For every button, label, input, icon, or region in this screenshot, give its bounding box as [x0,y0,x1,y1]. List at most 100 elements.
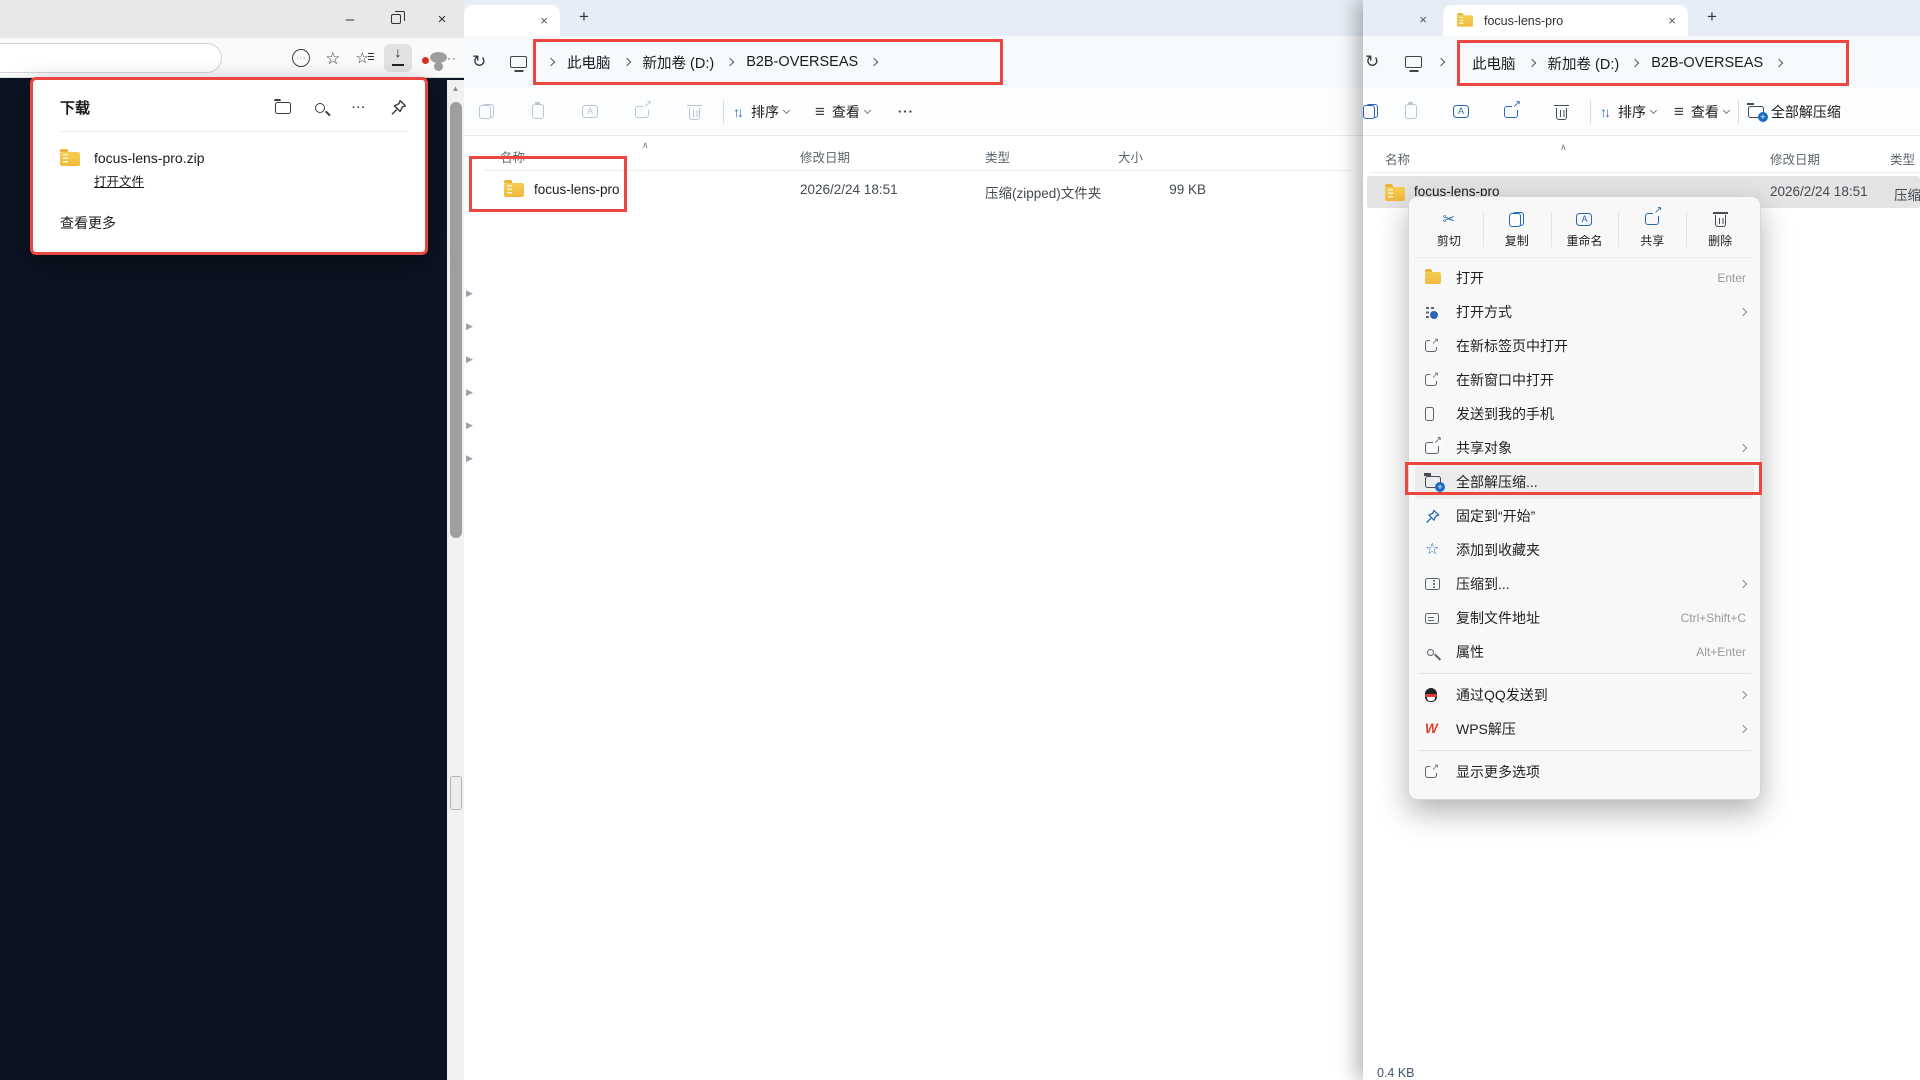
scroll-up-icon[interactable]: ▲ [447,84,464,93]
menu-item-open-with[interactable]: 打开方式 [1415,295,1754,329]
rename-button[interactable]: A [570,95,610,129]
chevron-right-icon [1527,58,1536,68]
file-name[interactable]: focus-lens-pro [534,182,620,197]
extensions-icon[interactable]: ··· [292,49,311,67]
minimize-button[interactable]: – [327,0,373,38]
collections-icon[interactable]: ☆ [356,51,375,66]
copy-action[interactable]: 复制 [1482,202,1551,257]
scrollbar-thumb[interactable] [449,102,462,538]
search-downloads-icon[interactable] [315,102,325,113]
paste-button[interactable] [1391,95,1431,129]
breadcrumb-folder[interactable]: B2B-OVERSEAS [1651,55,1763,71]
menu-item-send-to-phone[interactable]: 发送到我的手机 [1415,397,1754,431]
delete-button[interactable] [1541,95,1581,129]
menu-item-open[interactable]: 打开 Enter [1415,261,1754,295]
cut-copy-button[interactable] [466,95,506,129]
view-button[interactable]: ≡ 查看 [815,102,871,122]
breadcrumb-this-pc[interactable]: 此电脑 [567,52,611,73]
tree-expand-icon[interactable]: ▶ [466,321,473,332]
pin-downloads-icon[interactable] [390,99,407,116]
sort-button[interactable]: ↑↓ 排序 [1600,102,1658,122]
refresh-icon[interactable]: ↻ [1365,52,1379,72]
column-header-size[interactable]: 大小 [1118,147,1143,166]
close-button[interactable]: × [419,0,465,38]
column-header-type[interactable]: 类型 [985,147,1010,166]
mid-tab-strip: × + [464,0,1363,36]
mid-new-tab-button[interactable]: + [579,7,589,27]
share-icon [1504,98,1521,118]
right-new-tab-button[interactable]: + [1707,7,1717,27]
tab-close-icon[interactable]: × [540,13,548,28]
menu-item-open-new-tab[interactable]: 在新标签页中打开 [1415,329,1754,363]
refresh-icon[interactable]: ↻ [472,52,486,72]
see-more-link[interactable]: 查看更多 [60,213,407,233]
downloads-more-icon[interactable]: ··· [352,102,366,114]
scrollbar-thumb-secondary[interactable] [449,776,462,810]
tree-expand-icon[interactable]: ▶ [466,288,473,299]
open-file-link[interactable]: 打开文件 [94,171,144,190]
column-header-date[interactable]: 修改日期 [800,147,850,166]
open-new-window-icon [1425,370,1439,386]
copy-icon [1362,104,1378,119]
tab-close-icon[interactable]: × [1668,13,1676,28]
zip-folder-icon [60,149,80,166]
breadcrumb-this-pc[interactable]: 此电脑 [1472,53,1516,74]
extract-all-button[interactable]: 全部解压缩 [1747,102,1846,122]
menu-item-send-via-qq[interactable]: 通过QQ发送到 [1415,678,1754,712]
cut-action[interactable]: ✂ 剪切 [1415,202,1483,257]
rename-action[interactable]: A 重命名 [1550,202,1619,257]
column-header-name[interactable]: 名称 [1385,149,1410,168]
breadcrumb-drive-d[interactable]: 新加卷 (D:) [1548,53,1620,74]
tab-close-icon[interactable]: × [1419,12,1427,27]
share-action[interactable]: 共享 [1618,202,1686,257]
open-downloads-folder-icon[interactable] [274,98,291,114]
restore-button[interactable] [373,0,419,38]
menu-item-copy-path[interactable]: 复制文件地址 Ctrl+Shift+C [1415,601,1754,635]
submenu-chevron-icon [1738,443,1748,453]
right-breadcrumb: 此电脑 新加卷 (D:) B2B-OVERSEAS [1457,40,1849,86]
sort-label: 排序 [1618,103,1646,120]
delete-button[interactable] [674,95,714,129]
browser-scrollbar[interactable]: ▲ [447,80,464,1080]
folder-icon [1425,269,1441,284]
more-commands-icon[interactable]: ··· [898,104,914,119]
paste-button[interactable] [518,95,558,129]
menu-item-compress-to[interactable]: 压缩到... [1415,567,1754,601]
share-button[interactable] [622,95,662,129]
column-header-type[interactable]: 类型 [1890,149,1915,168]
tree-expand-icon[interactable]: ▶ [466,354,473,365]
delete-action[interactable]: 删除 [1686,202,1754,257]
cut-copy-button[interactable] [1355,95,1385,129]
breadcrumb-drive-d[interactable]: 新加卷 (D:) [643,52,715,73]
download-item[interactable]: focus-lens-pro.zip 打开文件 [60,149,407,191]
menu-item-properties[interactable]: 属性 Alt+Enter [1415,635,1754,669]
breadcrumb-folder[interactable]: B2B-OVERSEAS [746,54,858,70]
download-filename[interactable]: focus-lens-pro.zip [94,150,205,166]
paste-icon [1405,102,1417,119]
chevron-right-icon [546,57,556,67]
rename-button[interactable]: A [1441,95,1481,129]
share-button[interactable] [1491,95,1531,129]
menu-item-pin-to-start[interactable]: 固定到“开始” [1415,499,1754,533]
column-header-date[interactable]: 修改日期 [1770,149,1820,168]
tree-expand-icon[interactable]: ▶ [466,420,473,431]
mid-active-tab[interactable]: × [464,5,560,36]
column-header-name[interactable]: 名称 [500,147,525,166]
tree-expand-icon[interactable]: ▶ [466,453,473,464]
chevron-right-icon [1630,58,1640,68]
chevron-down-icon [782,106,791,114]
menu-item-add-favorites[interactable]: ☆ 添加到收藏夹 [1415,533,1754,567]
address-bar[interactable] [0,43,222,73]
downloads-button[interactable]: ↓ [384,44,412,72]
right-background-tab[interactable]: × [1363,5,1437,33]
tree-expand-icon[interactable]: ▶ [466,387,473,398]
menu-item-open-new-window[interactable]: 在新窗口中打开 [1415,363,1754,397]
sort-button[interactable]: ↑↓ 排序 [733,102,791,122]
menu-item-share-to[interactable]: 共享对象 [1415,431,1754,465]
view-button[interactable]: ≡ 查看 [1674,102,1730,122]
menu-item-show-more-options[interactable]: 显示更多选项 [1415,755,1754,789]
favorite-star-icon[interactable]: ☆ [325,50,340,67]
menu-item-wps-extract[interactable]: W WPS解压 [1415,712,1754,746]
menu-item-extract-all[interactable]: 全部解压缩... [1415,465,1754,499]
right-active-tab[interactable]: focus-lens-pro × [1443,5,1688,36]
